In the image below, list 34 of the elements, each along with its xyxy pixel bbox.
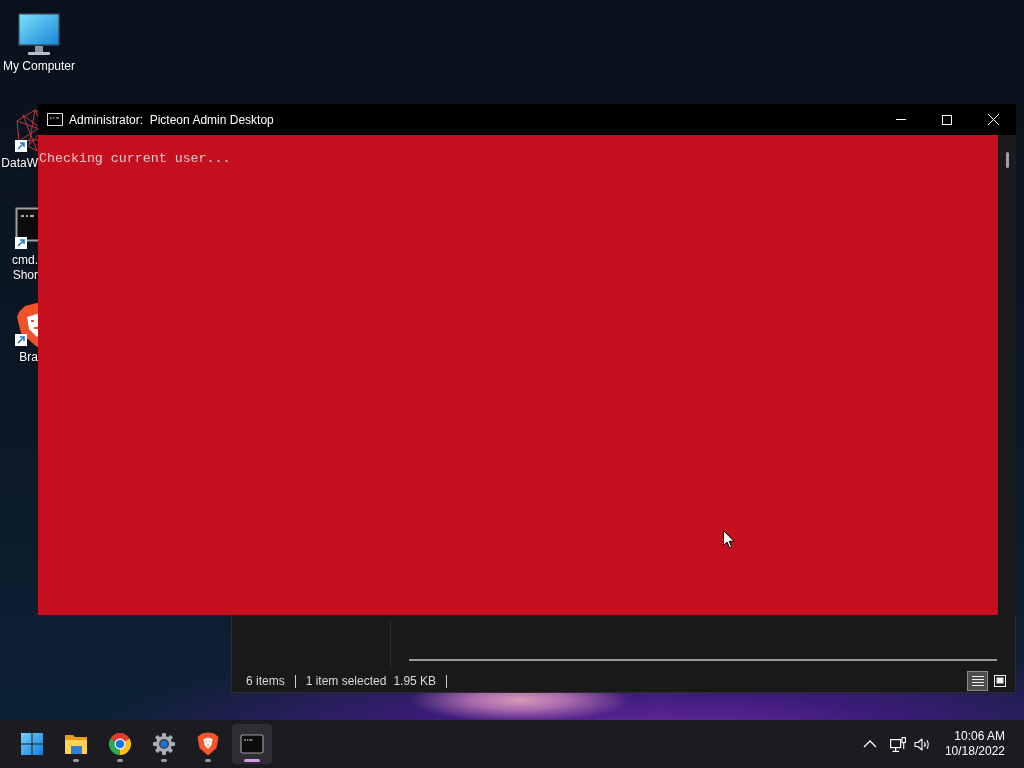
status-text: 1 item selected bbox=[305, 674, 387, 688]
icon-label[interactable]: cmd. Shor bbox=[12, 253, 38, 283]
console-line: Checking current user... bbox=[39, 151, 231, 167]
network-icon[interactable] bbox=[889, 736, 906, 752]
close-icon[interactable] bbox=[987, 114, 999, 125]
maximize-icon[interactable] bbox=[942, 114, 952, 125]
clock-date[interactable]: 10/18/2022 bbox=[944, 744, 1005, 759]
squares-icon bbox=[20, 732, 44, 756]
volume-icon[interactable] bbox=[913, 737, 931, 751]
taskbar-button[interactable] bbox=[232, 724, 272, 764]
icon-label[interactable]: My Computer bbox=[3, 59, 75, 74]
list-icon bbox=[971, 675, 984, 687]
shield-icon bbox=[196, 732, 220, 756]
status-text: 6 items bbox=[246, 674, 285, 688]
title-bar[interactable]: Administrator: Picteon Admin Desktop bbox=[38, 104, 1016, 135]
clock-time[interactable]: 10:06 AM bbox=[954, 729, 1005, 744]
segmented-circle-icon bbox=[108, 732, 132, 756]
view-button[interactable] bbox=[967, 671, 988, 691]
folder-icon bbox=[64, 732, 88, 756]
scrollbar-thumb[interactable] bbox=[1005, 152, 1009, 168]
icon-label[interactable]: DataW bbox=[1, 156, 38, 171]
icon-label[interactable]: Bra bbox=[19, 350, 38, 365]
horizontal-scrollbar[interactable] bbox=[409, 659, 997, 661]
terminal-icon bbox=[47, 113, 63, 126]
mouse-pointer-icon bbox=[723, 530, 735, 549]
chevron-up-icon[interactable] bbox=[862, 740, 877, 748]
window-title: Administrator: Picteon Admin Desktop bbox=[69, 112, 274, 127]
monitor-icon[interactable] bbox=[17, 12, 61, 56]
square-icon bbox=[993, 675, 1006, 687]
scrollbar-track[interactable] bbox=[998, 135, 1016, 615]
wireframe-icon[interactable] bbox=[15, 109, 38, 153]
terminal-icon bbox=[240, 732, 264, 756]
status-text: 1.95 KB bbox=[393, 674, 437, 688]
terminal-icon[interactable] bbox=[15, 206, 38, 250]
